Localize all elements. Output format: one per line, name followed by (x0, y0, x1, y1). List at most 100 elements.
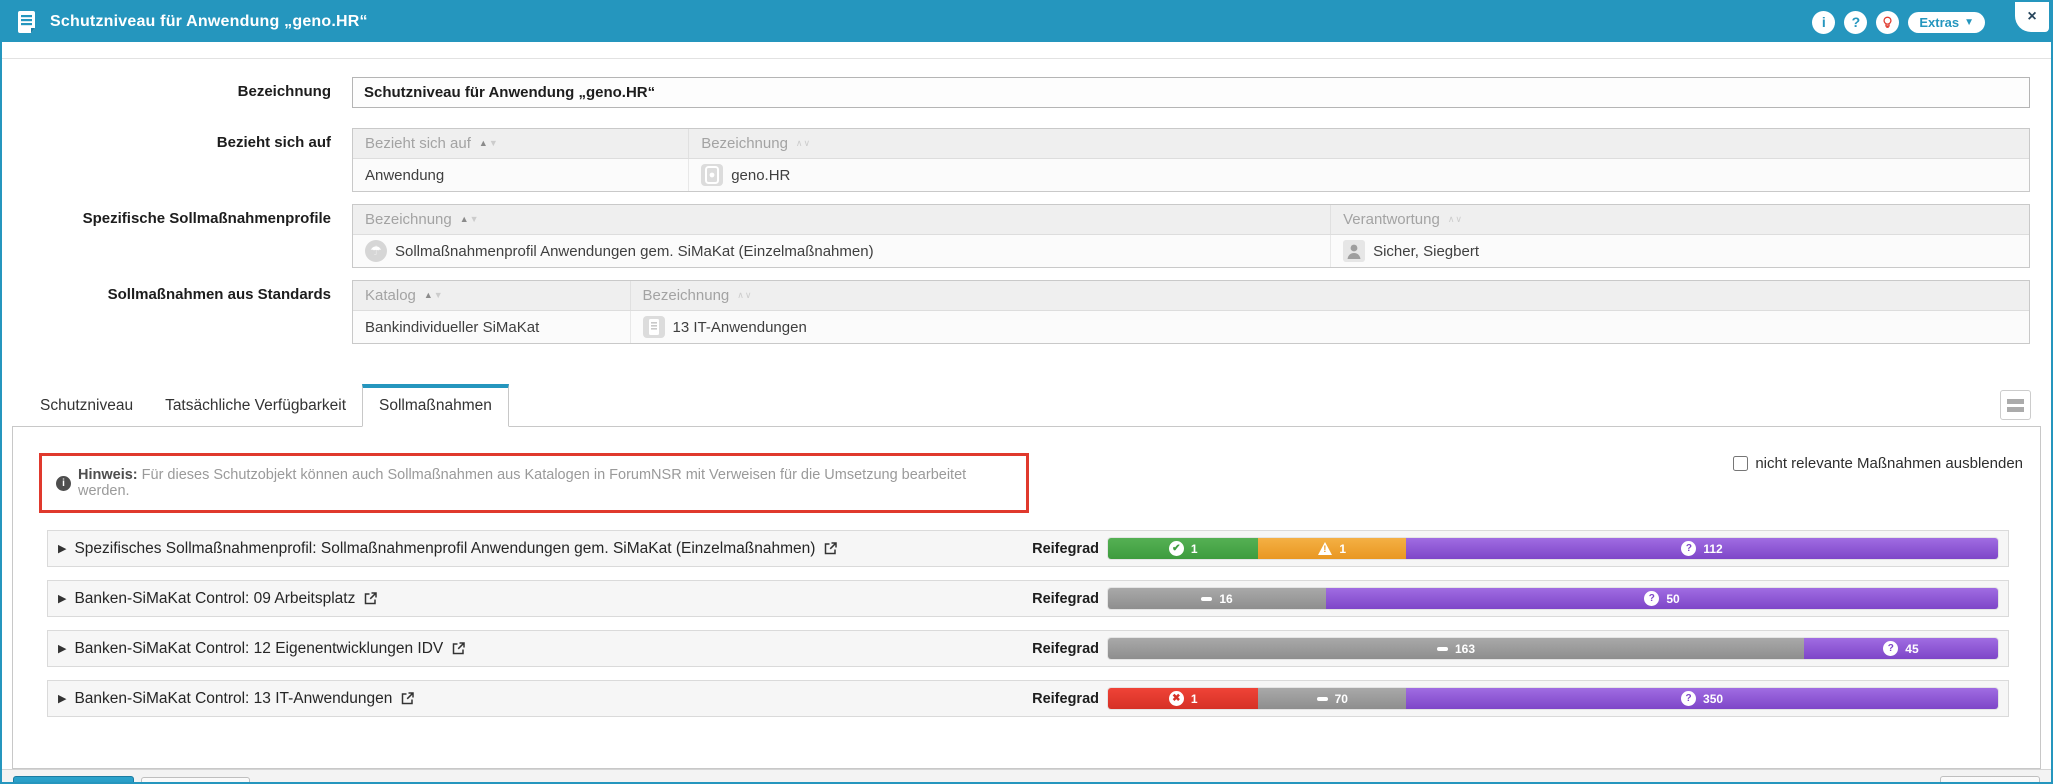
sort-icon: ∧∨ (1448, 215, 1462, 224)
measure-row[interactable]: ▶ Banken-SiMaKat Control: 12 Eigenentwic… (47, 630, 2009, 667)
tab-schutzniveau[interactable]: Schutzniveau (24, 385, 149, 426)
neutral-status-icon (1317, 697, 1328, 701)
reifegrad-bar: ✖1 70 ?350 (1108, 688, 1998, 709)
reifegrad-segment-open: ? 45 (1804, 638, 1998, 659)
reifegrad-segment-warn: 1 (1258, 538, 1406, 559)
sort-icon: ∧∨ (737, 291, 751, 300)
checkbox-label: nicht relevante Maßnahmen ausblenden (1755, 455, 2023, 472)
reifegrad-segment-open: ?350 (1406, 688, 1998, 709)
reifegrad-segment-open: ? 112 (1406, 538, 1998, 559)
column-header-bezeichnung[interactable]: Bezeichnung ▲▼ (353, 205, 1330, 234)
reifegrad-segment-neutral: 163 (1108, 638, 1804, 659)
open-status-icon: ? (1883, 641, 1898, 656)
caret-right-icon[interactable]: ▶ (58, 542, 66, 555)
hide-irrelevant-checkbox[interactable] (1733, 456, 1748, 471)
tabstrip: Schutzniveau Tatsächliche Verfügbarkeit … (12, 384, 2041, 426)
cell-katalog: Bankindividueller SiMaKat (353, 311, 630, 343)
sort-icon: ▲▼ (424, 291, 443, 300)
extras-dropdown-button[interactable]: Extras ▼ (1908, 12, 1985, 33)
open-status-icon: ? (1644, 591, 1659, 606)
table-row[interactable]: ☂ Sollmaßnahmenprofil Anwendungen gem. S… (353, 235, 2029, 267)
cell-type: Anwendung (353, 159, 688, 191)
external-link-icon[interactable] (400, 691, 415, 706)
sort-icon: ∧∨ (796, 139, 810, 148)
table-row[interactable]: Anwendung geno.HR (353, 159, 2029, 191)
caret-right-icon[interactable]: ▶ (58, 692, 66, 705)
help-button[interactable]: ? (1844, 11, 1867, 34)
field-label-bezieht-sich-auf: Bezieht sich auf (2, 128, 352, 192)
cell-profile-name: ☂ Sollmaßnahmenprofil Anwendungen gem. S… (353, 235, 1330, 267)
column-header-verantwortung[interactable]: Verantwortung ∧∨ (1330, 205, 2029, 234)
application-icon (701, 164, 723, 186)
measure-row[interactable]: ▶ Spezifisches Sollmaßnahmenprofil: Soll… (47, 530, 2009, 567)
schliessen-button[interactable]: ✖ Schließen (141, 777, 249, 784)
error-status-icon: ✖ (1169, 691, 1184, 706)
standards-table: Katalog ▲▼ Bezeichnung ∧∨ Bankindividuel… (352, 280, 2030, 344)
bearbeiten-button[interactable]: Bearbeiten (13, 776, 134, 784)
external-link-icon[interactable] (823, 541, 838, 556)
cell-name: 13 IT-Anwendungen (630, 311, 2029, 343)
reifegrad-bar: 163? 45 (1108, 638, 1998, 659)
form-row-profile: Spezifische Sollmaßnahmenprofile Bezeich… (2, 204, 2051, 268)
bezieht-sich-auf-table: Bezieht sich auf ▲▼ Bezeichnung ∧∨ Anwen… (352, 128, 2030, 192)
segment-count: 70 (1335, 692, 1348, 706)
segment-count: 45 (1905, 642, 1918, 656)
reifegrad-segment-neutral: 70 (1258, 688, 1406, 709)
neutral-status-icon (1437, 647, 1448, 651)
cell-name: geno.HR (688, 159, 2029, 191)
field-label-bezeichnung: Bezeichnung (2, 77, 352, 108)
reifegrad-label: Reifegrad (1032, 641, 1099, 657)
hinweis-box: i Hinweis: Für dieses Schutzobjekt könne… (39, 453, 1029, 513)
segment-count: 112 (1703, 542, 1722, 556)
external-link-icon[interactable] (451, 641, 466, 656)
form-row-bezeichnung: Bezeichnung (2, 77, 2051, 108)
form-row-standards: Sollmaßnahmen aus Standards Katalog ▲▼ B… (2, 280, 2051, 344)
app-window: Schutzniveau für Anwendung „geno.HR“ i ?… (0, 0, 2053, 784)
tab-sollmassnahmen[interactable]: Sollmaßnahmen (362, 384, 509, 427)
segment-count: 16 (1219, 592, 1232, 606)
segment-count: 163 (1455, 642, 1475, 656)
measure-row[interactable]: ▶ Banken-SiMaKat Control: 13 IT-Anwendun… (47, 680, 2009, 717)
hinweis-text: Hinweis: Für dieses Schutzobjekt können … (78, 467, 1012, 499)
ok-status-icon: ✔ (1169, 541, 1184, 556)
hide-irrelevant-checkbox-row: nicht relevante Maßnahmen ausblenden (1733, 453, 2023, 472)
footer-toolbar: Bearbeiten ✖ Schließen Löschen (2, 769, 2051, 784)
bezeichnung-input[interactable] (352, 77, 2030, 108)
hint-lightbulb-button[interactable] (1876, 11, 1899, 34)
reifegrad-segment-error: ✖1 (1108, 688, 1258, 709)
measure-title: Banken-SiMaKat Control: 12 Eigenentwickl… (74, 640, 443, 658)
tab-tatsaechliche-verfuegbarkeit[interactable]: Tatsächliche Verfügbarkeit (149, 385, 362, 426)
window-title: Schutzniveau für Anwendung „geno.HR“ (50, 13, 368, 31)
segment-count: 1 (1191, 542, 1198, 556)
caret-right-icon[interactable]: ▶ (58, 642, 66, 655)
segment-count: 1 (1339, 542, 1346, 556)
warn-status-icon (1318, 542, 1332, 555)
list-view-toggle-button[interactable] (2000, 390, 2031, 420)
column-header-bezieht-sich-auf[interactable]: Bezieht sich auf ▲▼ (353, 129, 688, 158)
column-header-katalog[interactable]: Katalog ▲▼ (353, 281, 630, 310)
field-label-profile: Spezifische Sollmaßnahmenprofile (2, 204, 352, 268)
table-row[interactable]: Bankindividueller SiMaKat 13 IT-Anwendun… (353, 311, 2029, 343)
form-row-bezieht-sich-auf: Bezieht sich auf Bezieht sich auf ▲▼ Bez… (2, 128, 2051, 192)
open-status-icon: ? (1681, 691, 1696, 706)
loeschen-button[interactable]: Löschen (1940, 776, 2040, 784)
caret-right-icon[interactable]: ▶ (58, 592, 66, 605)
external-link-icon[interactable] (363, 591, 378, 606)
measure-row[interactable]: ▶ Banken-SiMaKat Control: 09 Arbeitsplat… (47, 580, 2009, 617)
document-icon (16, 10, 38, 34)
neutral-status-icon (1201, 597, 1212, 601)
info-icon: i (56, 476, 71, 491)
measure-list: ▶ Spezifisches Sollmaßnahmenprofil: Soll… (47, 530, 2009, 717)
column-header-bezeichnung[interactable]: Bezeichnung ∧∨ (630, 281, 2029, 310)
titlebar: Schutzniveau für Anwendung „geno.HR“ i ?… (2, 2, 2051, 42)
reifegrad-label: Reifegrad (1032, 591, 1099, 607)
catalog-document-icon (643, 316, 665, 338)
sort-icon: ▲▼ (479, 139, 498, 148)
close-button[interactable]: × (2015, 2, 2049, 32)
open-status-icon: ? (1681, 541, 1696, 556)
reifegrad-label: Reifegrad (1032, 691, 1099, 707)
info-button[interactable]: i (1812, 11, 1835, 34)
sollmassnahmen-panel: i Hinweis: Für dieses Schutzobjekt könne… (12, 426, 2041, 769)
column-header-bezeichnung[interactable]: Bezeichnung ∧∨ (688, 129, 2029, 158)
measure-title: Banken-SiMaKat Control: 13 IT-Anwendunge… (74, 690, 392, 708)
